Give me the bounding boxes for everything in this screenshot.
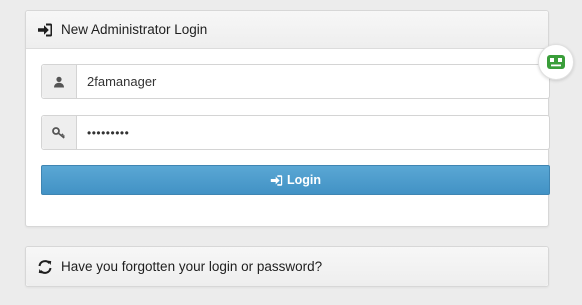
forgot-panel[interactable]: Have you forgotten your login or passwor… [25, 246, 549, 287]
sign-in-icon [37, 22, 53, 38]
username-group [41, 64, 550, 99]
extension-badge[interactable] [538, 44, 574, 80]
login-button-label: Login [286, 173, 321, 187]
sign-in-icon [270, 174, 283, 187]
login-panel: New Administrator Login ••••••••• Login [25, 10, 550, 227]
robot-face-icon [546, 54, 566, 70]
password-input[interactable]: ••••••••• [77, 116, 549, 149]
key-icon [42, 116, 77, 149]
user-icon [42, 65, 77, 98]
forgot-panel-title[interactable]: Have you forgotten your login or passwor… [61, 259, 322, 274]
forgot-panel-heading[interactable]: Have you forgotten your login or passwor… [26, 247, 548, 286]
login-button[interactable]: Login [41, 165, 550, 195]
refresh-icon [37, 259, 53, 275]
password-group: ••••••••• [41, 115, 550, 150]
username-input[interactable] [77, 65, 549, 98]
login-panel-title: New Administrator Login [61, 22, 208, 37]
login-panel-heading: New Administrator Login [26, 11, 548, 49]
